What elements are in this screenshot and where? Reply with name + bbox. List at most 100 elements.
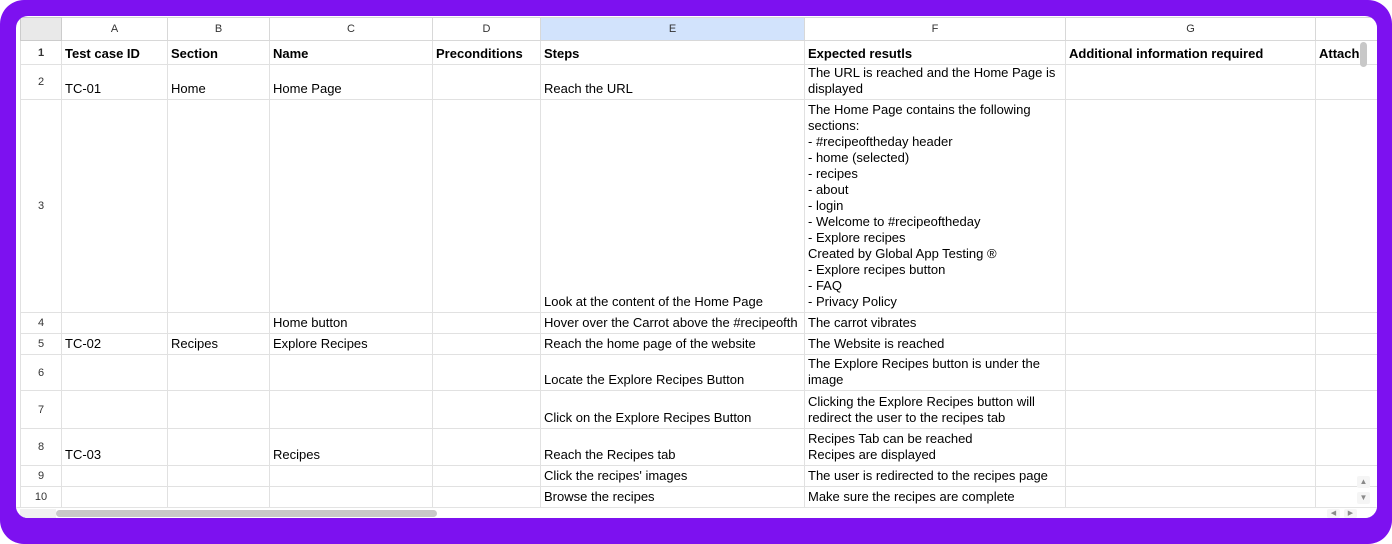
cell-C8[interactable]: Recipes bbox=[270, 429, 433, 466]
cell-G5[interactable] bbox=[1066, 334, 1316, 355]
cell-D6[interactable] bbox=[433, 355, 541, 391]
cell-G4[interactable] bbox=[1066, 313, 1316, 334]
cell-E10[interactable]: Browse the recipes bbox=[541, 487, 805, 508]
cell-A8[interactable]: TC-03 bbox=[62, 429, 168, 466]
cell-F1[interactable]: Expected resutls bbox=[805, 41, 1066, 65]
row-header-7[interactable]: 7 bbox=[21, 391, 62, 429]
cell-G10[interactable] bbox=[1066, 487, 1316, 508]
cell-H1[interactable]: Attachr bbox=[1316, 41, 1378, 65]
vertical-scrollbar-thumb[interactable] bbox=[1360, 42, 1367, 67]
row-header-3[interactable]: 3 bbox=[21, 100, 62, 313]
cell-H6[interactable] bbox=[1316, 355, 1378, 391]
horizontal-scrollbar-thumb[interactable] bbox=[56, 510, 437, 517]
cell-E2[interactable]: Reach the URL bbox=[541, 65, 805, 100]
cell-H2[interactable] bbox=[1316, 65, 1378, 100]
cell-A6[interactable] bbox=[62, 355, 168, 391]
row-header-5[interactable]: 5 bbox=[21, 334, 62, 355]
cell-G2[interactable] bbox=[1066, 65, 1316, 100]
cell-D4[interactable] bbox=[433, 313, 541, 334]
cell-D9[interactable] bbox=[433, 466, 541, 487]
scroll-down-button[interactable]: ▼ bbox=[1357, 492, 1370, 504]
cell-B8[interactable] bbox=[168, 429, 270, 466]
cell-F3[interactable]: The Home Page contains the following sec… bbox=[805, 100, 1066, 313]
cell-B5[interactable]: Recipes bbox=[168, 334, 270, 355]
cell-E7[interactable]: Click on the Explore Recipes Button bbox=[541, 391, 805, 429]
scroll-right-button[interactable]: ▶ bbox=[1344, 509, 1357, 518]
cell-E6[interactable]: Locate the Explore Recipes Button bbox=[541, 355, 805, 391]
row-header-2[interactable]: 2 bbox=[21, 65, 62, 100]
cell-E8[interactable]: Reach the Recipes tab bbox=[541, 429, 805, 466]
cell-A2[interactable]: TC-01 bbox=[62, 65, 168, 100]
cell-B10[interactable] bbox=[168, 487, 270, 508]
row-header-10[interactable]: 10 bbox=[21, 487, 62, 508]
column-header-B[interactable]: B bbox=[168, 18, 270, 41]
cell-C3[interactable] bbox=[270, 100, 433, 313]
cell-F2[interactable]: The URL is reached and the Home Page is … bbox=[805, 65, 1066, 100]
cell-F8[interactable]: Recipes Tab can be reached Recipes are d… bbox=[805, 429, 1066, 466]
cell-B9[interactable] bbox=[168, 466, 270, 487]
cell-C9[interactable] bbox=[270, 466, 433, 487]
cell-H7[interactable] bbox=[1316, 391, 1378, 429]
cell-A10[interactable] bbox=[62, 487, 168, 508]
cell-G8[interactable] bbox=[1066, 429, 1316, 466]
cell-H4[interactable] bbox=[1316, 313, 1378, 334]
row-header-4[interactable]: 4 bbox=[21, 313, 62, 334]
cell-C7[interactable] bbox=[270, 391, 433, 429]
cell-G6[interactable] bbox=[1066, 355, 1316, 391]
scroll-left-button[interactable]: ◀ bbox=[1327, 509, 1340, 518]
cell-D3[interactable] bbox=[433, 100, 541, 313]
cell-G7[interactable] bbox=[1066, 391, 1316, 429]
cell-D7[interactable] bbox=[433, 391, 541, 429]
cell-A1[interactable]: Test case ID bbox=[62, 41, 168, 65]
cell-B2[interactable]: Home bbox=[168, 65, 270, 100]
cell-D1[interactable]: Preconditions bbox=[433, 41, 541, 65]
cell-A9[interactable] bbox=[62, 466, 168, 487]
cell-G1[interactable]: Additional information required bbox=[1066, 41, 1316, 65]
cell-D8[interactable] bbox=[433, 429, 541, 466]
horizontal-scrollbar[interactable]: ◀ ▶ bbox=[16, 507, 1377, 518]
cell-C6[interactable] bbox=[270, 355, 433, 391]
cell-F9[interactable]: The user is redirected to the recipes pa… bbox=[805, 466, 1066, 487]
column-header-D[interactable]: D bbox=[433, 18, 541, 41]
column-header-A[interactable]: A bbox=[62, 18, 168, 41]
row-header-8[interactable]: 8 bbox=[21, 429, 62, 466]
cell-B7[interactable] bbox=[168, 391, 270, 429]
cell-A5[interactable]: TC-02 bbox=[62, 334, 168, 355]
column-header-E[interactable]: E bbox=[541, 18, 805, 41]
column-header-G[interactable]: G bbox=[1066, 18, 1316, 41]
scroll-up-button[interactable]: ▲ bbox=[1357, 476, 1370, 488]
cell-E1[interactable]: Steps bbox=[541, 41, 805, 65]
cell-C5[interactable]: Explore Recipes bbox=[270, 334, 433, 355]
cell-B1[interactable]: Section bbox=[168, 41, 270, 65]
cell-E3[interactable]: Look at the content of the Home Page bbox=[541, 100, 805, 313]
cell-E5[interactable]: Reach the home page of the website bbox=[541, 334, 805, 355]
row-header-6[interactable]: 6 bbox=[21, 355, 62, 391]
cell-H3[interactable] bbox=[1316, 100, 1378, 313]
cell-F6[interactable]: The Explore Recipes button is under the … bbox=[805, 355, 1066, 391]
cell-C1[interactable]: Name bbox=[270, 41, 433, 65]
cell-E4[interactable]: Hover over the Carrot above the #recipeo… bbox=[541, 313, 805, 334]
cell-B3[interactable] bbox=[168, 100, 270, 313]
cell-A3[interactable] bbox=[62, 100, 168, 313]
cell-F5[interactable]: The Website is reached bbox=[805, 334, 1066, 355]
cell-D5[interactable] bbox=[433, 334, 541, 355]
column-header-H[interactable] bbox=[1316, 18, 1378, 41]
cell-C4[interactable]: Home button bbox=[270, 313, 433, 334]
column-header-F[interactable]: F bbox=[805, 18, 1066, 41]
row-header-9[interactable]: 9 bbox=[21, 466, 62, 487]
cell-F7[interactable]: Clicking the Explore Recipes button will… bbox=[805, 391, 1066, 429]
cell-A4[interactable] bbox=[62, 313, 168, 334]
cell-F4[interactable]: The carrot vibrates bbox=[805, 313, 1066, 334]
column-header-C[interactable]: C bbox=[270, 18, 433, 41]
cell-A7[interactable] bbox=[62, 391, 168, 429]
cell-E9[interactable]: Click the recipes' images bbox=[541, 466, 805, 487]
cell-D10[interactable] bbox=[433, 487, 541, 508]
select-all-corner[interactable] bbox=[21, 18, 62, 41]
cell-D2[interactable] bbox=[433, 65, 541, 100]
row-header-1[interactable]: 1 bbox=[21, 41, 62, 65]
cell-G9[interactable] bbox=[1066, 466, 1316, 487]
cell-F10[interactable]: Make sure the recipes are complete bbox=[805, 487, 1066, 508]
cell-H5[interactable] bbox=[1316, 334, 1378, 355]
cell-G3[interactable] bbox=[1066, 100, 1316, 313]
cell-C10[interactable] bbox=[270, 487, 433, 508]
